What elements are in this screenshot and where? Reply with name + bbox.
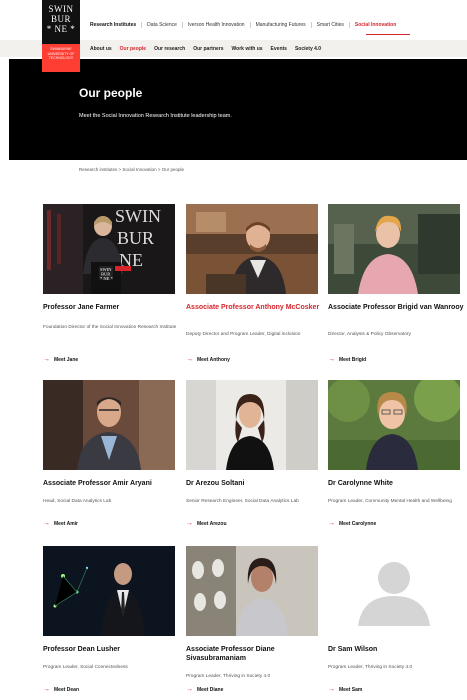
meet-link[interactable]: → Meet Diane <box>186 686 223 693</box>
meet-link-label: Meet Carolynne <box>339 520 377 527</box>
secondary-nav: About us Our people Our research Our par… <box>90 46 321 52</box>
photo-diane <box>186 546 318 636</box>
logo-text-line1: SWIN <box>48 4 74 14</box>
subnav-work-with-us[interactable]: Work with us <box>232 46 263 52</box>
person-role: Program Leader, Thriving in Society 4.0 <box>328 665 413 670</box>
person-name[interactable]: Dr Arezou Soltani <box>186 479 326 488</box>
photo-placeholder <box>328 546 460 636</box>
person-role: Director, Analysis & Policy Observatory <box>328 332 411 337</box>
meet-link-label: Meet Diane <box>197 686 224 693</box>
logo-text-line3: * NE * <box>46 24 76 34</box>
logo-text-line2: BUR <box>50 14 71 24</box>
meet-link-label: Meet Dean <box>54 686 80 693</box>
meet-link-label: Meet Sam <box>339 686 363 693</box>
arrow-right-icon: → <box>43 520 50 527</box>
photo-amir <box>43 380 175 470</box>
person-name[interactable]: Professor Dean Lusher <box>43 645 183 654</box>
subnav-our-people[interactable]: Our people <box>120 46 146 52</box>
subnav-society-4[interactable]: Society 4.0 <box>295 46 321 52</box>
meet-link-label: Meet Arezou <box>197 520 227 527</box>
subnav-our-research[interactable]: Our research <box>154 46 185 52</box>
meet-link[interactable]: → Meet Arezou <box>186 520 227 527</box>
meet-link[interactable]: → Meet Sam <box>328 686 362 693</box>
swinburne-logo[interactable]: SWIN BUR * NE * SWINBURNE UNIVERSITY OF … <box>42 0 80 72</box>
photo-dean <box>43 546 175 636</box>
photo-brigid <box>328 204 460 294</box>
person-name[interactable]: Professor Jane Farmer <box>43 303 183 312</box>
meet-link-label: Meet Anthony <box>197 356 230 363</box>
page-subtitle: Meet the Social Innovation Research Inst… <box>79 113 232 119</box>
person-role: Senior Research Engineer, Social Data An… <box>186 499 299 504</box>
person-name[interactable]: Associate Professor Anthony McCosker <box>186 303 326 312</box>
arrow-right-icon: → <box>43 686 50 693</box>
meet-link[interactable]: → Meet Carolynne <box>328 520 376 527</box>
subnav-our-partners[interactable]: Our partners <box>193 46 223 52</box>
person-name[interactable]: Dr Carolynne White <box>328 479 467 488</box>
arrow-right-icon: → <box>328 356 335 363</box>
avatar-placeholder-icon <box>378 562 410 594</box>
nav-manufacturing-futures[interactable]: Manufacturing Futures <box>249 22 311 28</box>
arrow-right-icon: → <box>328 686 335 693</box>
meet-link-label: Meet Amir <box>54 520 78 527</box>
meet-link[interactable]: → Meet Amir <box>43 520 78 527</box>
nav-data-science[interactable]: Data Science <box>141 22 182 28</box>
person-role: Deputy Director and Program Leader, Digi… <box>186 332 301 337</box>
photo-jane: SWIN BUR NE SWIN BUR * NE * <box>43 204 175 294</box>
active-nav-underline <box>366 34 410 35</box>
subnav-about-us[interactable]: About us <box>90 46 112 52</box>
person-role: Head, Social Data Analytics Lab <box>43 499 112 504</box>
meet-link[interactable]: → Meet Brigid <box>328 356 366 363</box>
svg-text:SWIN: SWIN <box>115 206 161 226</box>
arrow-right-icon: → <box>186 356 193 363</box>
nav-smart-cities[interactable]: Smart Cities <box>310 22 349 28</box>
person-role: Program Leader, Community Mental Health … <box>328 499 452 504</box>
nav-social-innovation[interactable]: Social Innovation <box>348 22 401 28</box>
person-name[interactable]: Associate Professor Amir Aryani <box>43 479 183 488</box>
arrow-right-icon: → <box>186 520 193 527</box>
logo-subtitle: SWINBURNE UNIVERSITY OF TECHNOLOGY <box>47 47 75 60</box>
person-name[interactable]: Associate Professor Brigid van Wanrooy <box>328 303 467 312</box>
arrow-right-icon: → <box>328 520 335 527</box>
photo-arezou <box>186 380 318 470</box>
meet-link[interactable]: → Meet Jane <box>43 356 78 363</box>
meet-link[interactable]: → Meet Dean <box>43 686 79 693</box>
arrow-right-icon: → <box>43 356 50 363</box>
meet-link-label: Meet Jane <box>54 356 79 363</box>
person-name[interactable]: Associate Professor Diane Sivasubramania… <box>186 645 326 663</box>
meet-link-label: Meet Brigid <box>339 356 367 363</box>
person-name[interactable]: Dr Sam Wilson <box>328 645 467 654</box>
page-title: Our people <box>79 86 143 100</box>
photo-anthony <box>186 204 318 294</box>
nav-research-institutes[interactable]: Research Institutes <box>90 22 141 28</box>
subnav-events[interactable]: Events <box>271 46 287 52</box>
nav-iverson-health[interactable]: Iverson Health Innovation <box>181 22 250 28</box>
breadcrumb[interactable]: Research institutes > Social Innovation … <box>79 167 184 172</box>
hero-banner: Our people Meet the Social Innovation Re… <box>9 59 467 160</box>
svg-text:BUR: BUR <box>117 228 154 248</box>
primary-nav: Research Institutes Data Science Iverson… <box>90 22 401 28</box>
meet-link[interactable]: → Meet Anthony <box>186 356 230 363</box>
person-role: Foundation Director of the Social Innova… <box>43 325 177 330</box>
arrow-right-icon: → <box>186 686 193 693</box>
photo-carolynne <box>328 380 460 470</box>
person-role: Program Leader, Thriving in Society 4.0 <box>186 674 271 679</box>
person-role: Program Leader, Social Connectedness <box>43 665 128 670</box>
